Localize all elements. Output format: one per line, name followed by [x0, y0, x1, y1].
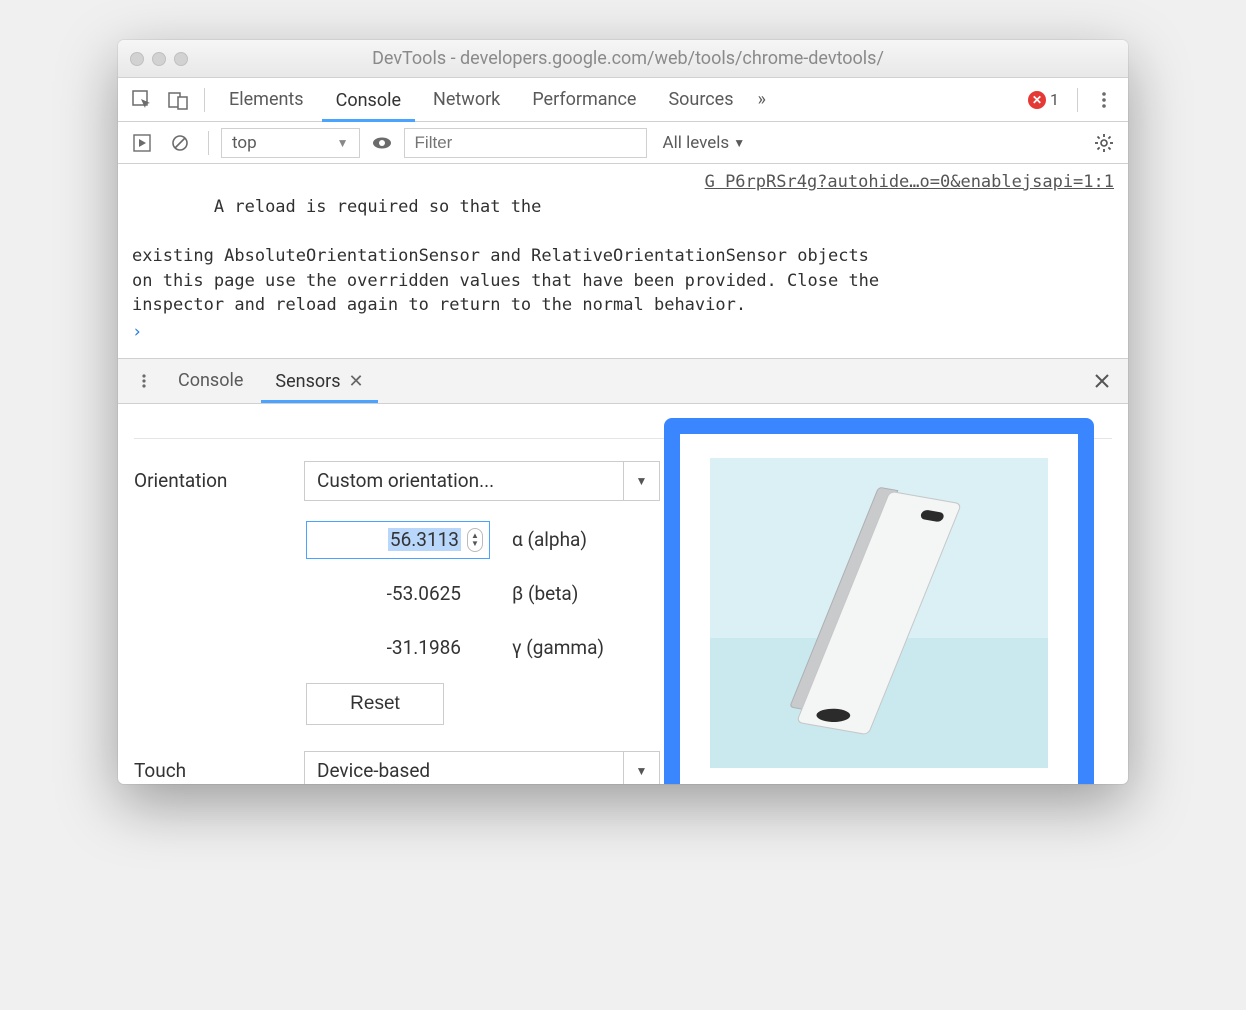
sensors-panel: Orientation Custom orientation... ▼ 56.3… — [118, 404, 1128, 784]
console-log-area: A reload is required so that the G P6rpR… — [118, 164, 1128, 358]
orientation-select-value: Custom orientation... — [305, 469, 506, 492]
beta-input[interactable]: -53.0625 — [306, 575, 490, 613]
error-count-badge[interactable]: ✕ 1 — [1020, 90, 1067, 109]
console-prompt[interactable]: › — [118, 318, 1128, 346]
close-drawer-icon[interactable] — [1086, 365, 1118, 397]
drawer-tabbar: Console Sensors ✕ — [118, 358, 1128, 404]
chevron-down-icon: ▼ — [623, 752, 659, 784]
touch-select-value: Device-based — [305, 759, 442, 782]
alpha-label: α (alpha) — [512, 528, 587, 551]
chevron-down-icon: ▼ — [337, 136, 349, 150]
inspect-element-icon[interactable] — [126, 84, 158, 116]
tab-elements[interactable]: Elements — [215, 78, 318, 121]
separator — [204, 88, 205, 112]
reset-button[interactable]: Reset — [306, 683, 444, 725]
log-text-3: on this page use the overridden values t… — [132, 269, 1114, 294]
main-tabbar: Elements Console Network Performance Sou… — [118, 78, 1128, 122]
drawer-tab-sensors-label: Sensors — [275, 371, 340, 392]
tab-sources[interactable]: Sources — [654, 78, 747, 121]
log-text-2: existing AbsoluteOrientationSensor and R… — [132, 244, 1114, 269]
drawer-tab-console[interactable]: Console — [164, 359, 257, 403]
close-tab-icon[interactable]: ✕ — [349, 371, 364, 392]
phone-model[interactable] — [799, 483, 959, 742]
levels-label: All levels — [663, 133, 730, 153]
more-tabs-icon[interactable]: » — [752, 89, 772, 110]
console-settings-icon[interactable] — [1088, 127, 1120, 159]
tab-network[interactable]: Network — [419, 78, 514, 121]
touch-select[interactable]: Device-based ▼ — [304, 751, 660, 784]
orientation-preview-highlight — [664, 418, 1094, 784]
gamma-value: -31.1986 — [387, 636, 461, 659]
kebab-menu-icon[interactable] — [1088, 84, 1120, 116]
touch-label: Touch — [134, 759, 284, 782]
filter-input[interactable] — [404, 128, 647, 158]
log-message: A reload is required so that the G P6rpR… — [118, 170, 1128, 244]
drawer-tab-sensors[interactable]: Sensors ✕ — [261, 359, 377, 403]
orientation-label: Orientation — [134, 469, 284, 492]
separator — [208, 131, 209, 155]
log-levels-select[interactable]: All levels ▼ — [653, 133, 756, 153]
orientation-preview[interactable] — [710, 458, 1048, 768]
context-value: top — [232, 133, 257, 153]
chevron-down-icon: ▼ — [733, 136, 745, 150]
log-source-link[interactable]: G P6rpRSr4g?autohide…o=0&enablejsapi=1:1 — [705, 170, 1114, 244]
gamma-input[interactable]: -31.1986 — [306, 629, 490, 667]
tab-performance[interactable]: Performance — [518, 78, 650, 121]
devtools-window: DevTools - developers.google.com/web/too… — [118, 40, 1128, 784]
execution-play-icon[interactable] — [126, 127, 158, 159]
titlebar: DevTools - developers.google.com/web/too… — [118, 40, 1128, 78]
chevron-down-icon: ▼ — [623, 462, 659, 500]
orientation-select[interactable]: Custom orientation... ▼ — [304, 461, 660, 501]
execution-context-select[interactable]: top ▼ — [221, 128, 360, 158]
alpha-input[interactable]: 56.3113 ▲▼ — [306, 521, 490, 559]
beta-value: -53.0625 — [387, 582, 461, 605]
error-icon: ✕ — [1028, 91, 1046, 109]
console-toolbar: top ▼ All levels ▼ — [118, 122, 1128, 164]
window-title: DevTools - developers.google.com/web/too… — [140, 48, 1116, 69]
gamma-label: γ (gamma) — [512, 636, 604, 659]
tab-console[interactable]: Console — [322, 79, 415, 122]
device-toolbar-icon[interactable] — [162, 84, 194, 116]
beta-label: β (beta) — [512, 582, 578, 605]
stepper-icon[interactable]: ▲▼ — [467, 528, 483, 552]
clear-console-icon[interactable] — [164, 127, 196, 159]
live-expression-icon[interactable] — [366, 127, 398, 159]
log-text-4: inspector and reload again to return to … — [132, 293, 1114, 318]
error-count: 1 — [1050, 90, 1059, 109]
alpha-value: 56.3113 — [388, 528, 461, 551]
drawer-kebab-icon[interactable] — [128, 365, 160, 397]
separator — [1077, 88, 1078, 112]
log-text-1: A reload is required so that the — [214, 197, 542, 217]
